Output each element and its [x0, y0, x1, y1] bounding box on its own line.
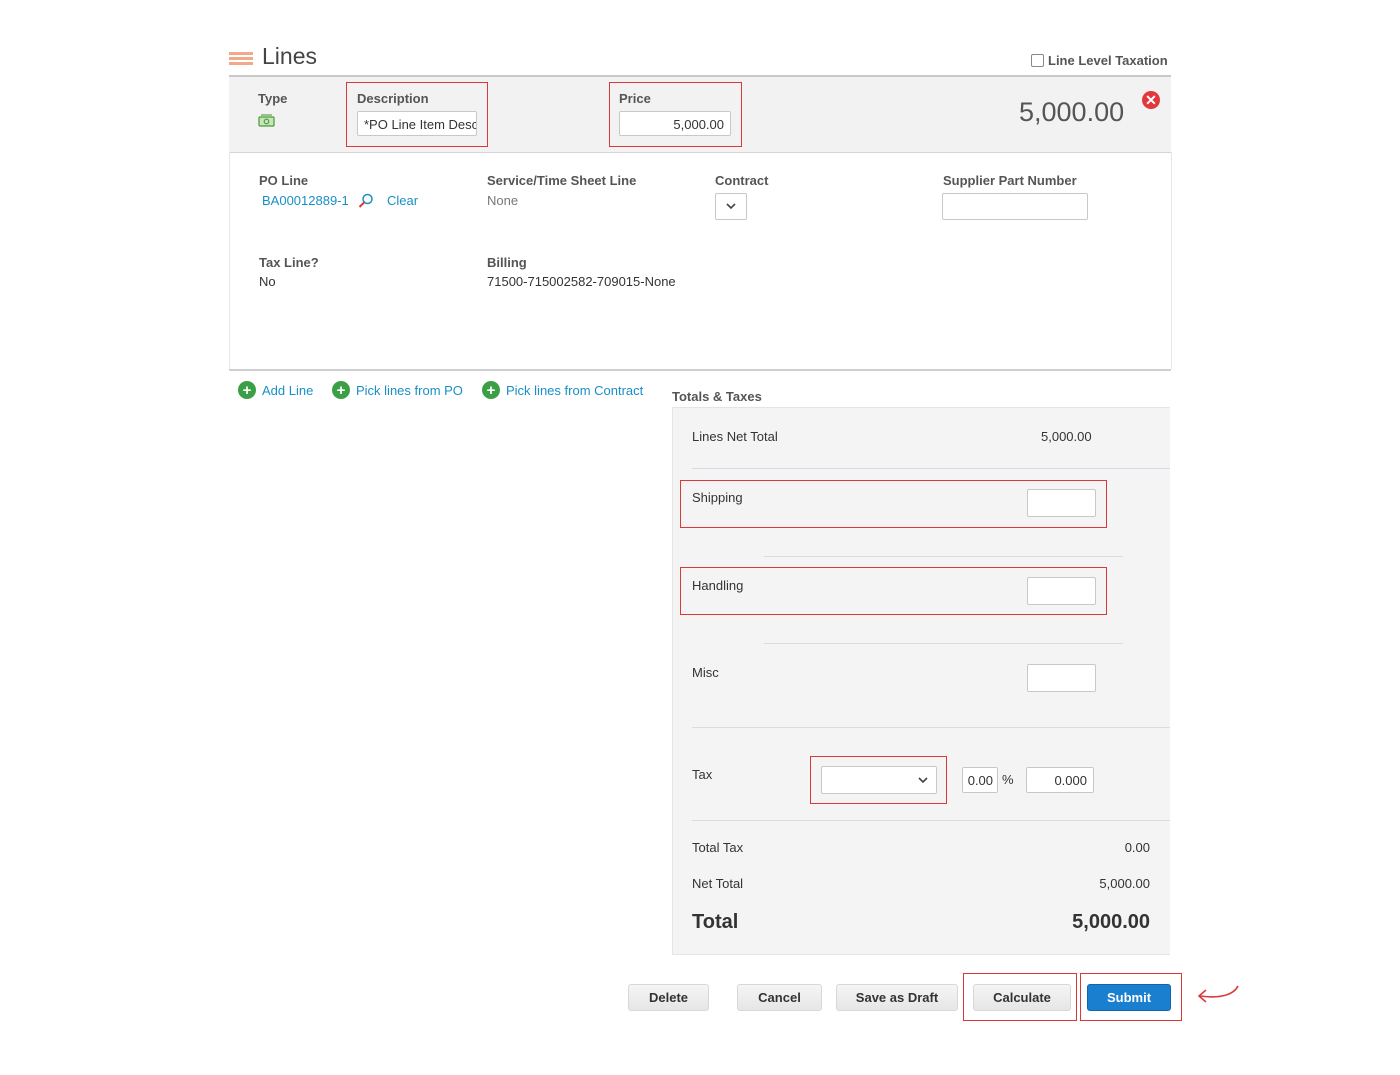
- type-label: Type: [258, 91, 288, 106]
- total-tax-value: 0.00: [1124, 840, 1150, 855]
- misc-input[interactable]: [1027, 664, 1096, 692]
- handling-highlight: [680, 567, 1107, 615]
- cancel-button[interactable]: Cancel: [737, 984, 822, 1011]
- pick-contract-action[interactable]: + Pick lines from Contract: [482, 381, 643, 399]
- total-value: 5,000.00: [1072, 911, 1150, 933]
- lines-net-total-value: 5,000.00: [1041, 429, 1092, 444]
- net-total-label: Net Total: [692, 876, 744, 891]
- percent-sign: %: [1002, 772, 1014, 787]
- po-line-link[interactable]: BA00012889-1: [262, 193, 349, 208]
- add-icon: +: [332, 381, 350, 399]
- add-line-link[interactable]: Add Line: [262, 383, 313, 398]
- tax-rate-input[interactable]: 0.00: [962, 767, 998, 793]
- totals-divider: [692, 468, 1170, 469]
- submit-highlight: [1080, 973, 1182, 1021]
- supplier-part-label: Supplier Part Number: [943, 173, 1077, 188]
- line-level-taxation-checkbox[interactable]: [1031, 54, 1044, 67]
- pick-po-action[interactable]: + Pick lines from PO: [332, 381, 463, 399]
- shipping-divider: [764, 556, 1123, 557]
- money-icon: [258, 112, 276, 133]
- clear-link[interactable]: Clear: [387, 193, 418, 208]
- lines-icon: [229, 52, 253, 65]
- delete-button[interactable]: Delete: [628, 984, 709, 1011]
- pick-contract-link[interactable]: Pick lines from Contract: [506, 383, 643, 398]
- save-draft-button[interactable]: Save as Draft: [836, 984, 958, 1011]
- tax-line-label: Tax Line?: [259, 255, 319, 270]
- billing-value: 71500-715002582-709015-None: [487, 274, 676, 289]
- remove-line-icon[interactable]: ✕: [1142, 91, 1160, 109]
- handling-divider: [764, 643, 1123, 644]
- shipping-highlight: [680, 480, 1107, 528]
- total-label: Total: [692, 911, 739, 933]
- pick-po-link[interactable]: Pick lines from PO: [356, 383, 463, 398]
- billing-label: Billing: [487, 255, 527, 270]
- add-icon: +: [238, 381, 256, 399]
- page-title: Lines: [262, 43, 317, 69]
- price-highlight: [609, 82, 742, 147]
- line-level-taxation-toggle[interactable]: Line Level Taxation: [1031, 53, 1168, 68]
- contract-label: Contract: [715, 173, 769, 188]
- pointer-arrow-icon: [1194, 982, 1242, 1015]
- add-icon: +: [482, 381, 500, 399]
- supplier-part-input[interactable]: [942, 193, 1088, 220]
- calculate-highlight: [963, 973, 1077, 1021]
- description-highlight: [346, 82, 488, 147]
- line-level-taxation-label: Line Level Taxation: [1048, 53, 1168, 68]
- tax-highlight: [810, 756, 947, 804]
- line-total: 5,000.00: [1019, 97, 1125, 127]
- tax-rate-value: 0.00: [967, 773, 993, 788]
- po-line-label: PO Line: [259, 173, 309, 188]
- search-icon[interactable]: [357, 192, 375, 215]
- tax-divider: [692, 820, 1170, 821]
- misc-label: Misc: [692, 665, 719, 680]
- lines-net-total-label: Lines Net Total: [692, 429, 778, 444]
- line-detail-bottom: [229, 369, 1171, 371]
- totals-title: Totals & Taxes: [672, 389, 762, 404]
- total-tax-label: Total Tax: [692, 840, 744, 855]
- net-total-value: 5,000.00: [1099, 876, 1150, 891]
- misc-divider: [692, 727, 1170, 728]
- contract-select[interactable]: [715, 193, 747, 220]
- tax-line-value: No: [259, 274, 276, 289]
- tax-amount-input[interactable]: 0.000: [1026, 767, 1094, 793]
- service-label: Service/Time Sheet Line: [487, 173, 637, 188]
- add-line-action[interactable]: + Add Line: [238, 381, 313, 399]
- tax-label: Tax: [692, 767, 713, 782]
- service-value: None: [487, 193, 519, 208]
- chevron-down-icon: [726, 203, 736, 210]
- tax-amount-value: 0.000: [1054, 773, 1087, 788]
